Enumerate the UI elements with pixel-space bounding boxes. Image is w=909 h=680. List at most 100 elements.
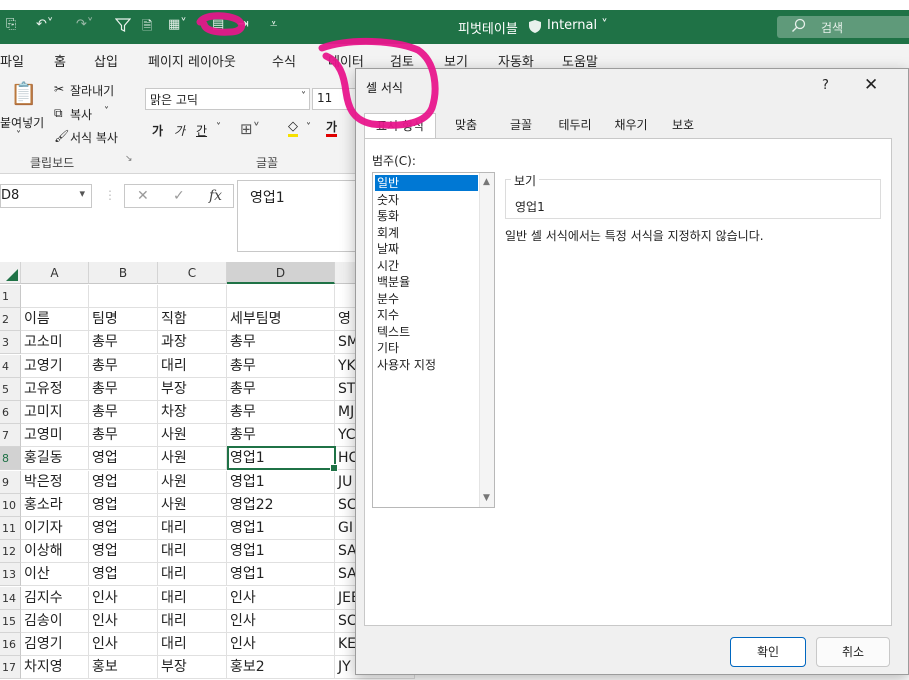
cell-a-6[interactable]: 고미지 bbox=[21, 401, 89, 424]
category-item-number[interactable]: 숫자 bbox=[375, 192, 478, 208]
cell-d-7[interactable]: 총무 bbox=[227, 424, 335, 448]
cell-b-8[interactable]: 영업 bbox=[89, 447, 158, 471]
clipboard-launcher-icon[interactable]: ↘ bbox=[125, 154, 133, 164]
confirm-entry-icon[interactable]: ✓ bbox=[173, 188, 185, 204]
category-item-text[interactable]: 텍스트 bbox=[375, 324, 478, 340]
cell-b-6[interactable]: 총무 bbox=[89, 401, 158, 424]
cell-d-13[interactable]: 영업1 bbox=[227, 563, 335, 587]
cell-a-3[interactable]: 고소미 bbox=[21, 331, 89, 355]
sensitivity-label[interactable]: Internal ˅ bbox=[547, 18, 608, 33]
row-header[interactable]: 3 bbox=[0, 331, 21, 355]
row-header[interactable]: 4 bbox=[0, 354, 21, 378]
cell-c-3[interactable]: 과장 bbox=[158, 331, 227, 355]
row-header[interactable]: 15 bbox=[0, 609, 21, 633]
cell-d-5[interactable]: 총무 bbox=[227, 377, 335, 401]
row-header[interactable]: 11 bbox=[0, 517, 21, 540]
cell-c-9[interactable]: 사원 bbox=[158, 470, 227, 494]
paste-icon[interactable]: 📋 bbox=[10, 82, 37, 107]
italic-icon[interactable]: 가 bbox=[174, 122, 185, 139]
category-item-fraction[interactable]: 분수 bbox=[375, 291, 478, 307]
cell-d-2[interactable]: 세부팀명 bbox=[227, 308, 335, 332]
cell-a-1[interactable] bbox=[21, 285, 89, 308]
name-box[interactable]: D8 ▾ bbox=[0, 184, 92, 208]
cell-a-14[interactable]: 김지수 bbox=[21, 586, 89, 610]
cell-c-13[interactable]: 대리 bbox=[158, 563, 227, 587]
formula-input[interactable]: 영업1 bbox=[237, 180, 357, 252]
cell-c-8[interactable]: 사원 bbox=[158, 447, 227, 471]
undo-icon[interactable]: ↶˅ bbox=[36, 17, 53, 37]
bold-icon[interactable]: 가 bbox=[152, 122, 163, 139]
cell-a-7[interactable]: 고영미 bbox=[21, 424, 89, 448]
cell-a-11[interactable]: 이기자 bbox=[21, 517, 89, 540]
cell-b-9[interactable]: 영업 bbox=[89, 470, 158, 494]
redo-icon[interactable]: ↷˅ bbox=[76, 17, 93, 37]
tab-font[interactable]: 글꼴 bbox=[496, 113, 546, 138]
filter-icon[interactable] bbox=[114, 17, 132, 37]
form-icon[interactable]: ▤ bbox=[212, 17, 224, 37]
cell-c-14[interactable]: 대리 bbox=[158, 586, 227, 610]
document-icon[interactable]: 🗎 bbox=[142, 17, 152, 37]
ok-button[interactable]: 확인 bbox=[730, 637, 806, 667]
chevron-down-icon[interactable]: ▾ bbox=[79, 187, 85, 200]
paste-dropdown-icon[interactable]: ˅ bbox=[16, 130, 21, 141]
tab-border[interactable]: 테두리 bbox=[548, 113, 602, 138]
tab-home[interactable]: 홈 bbox=[54, 51, 66, 76]
row-header[interactable]: 14 bbox=[0, 586, 21, 610]
row-header[interactable]: 12 bbox=[0, 540, 21, 564]
category-item-custom[interactable]: 사용자 지정 bbox=[375, 357, 478, 373]
border-icon[interactable]: ⊞˅ bbox=[240, 120, 260, 138]
fill-color-dropdown-icon[interactable]: ˅ bbox=[306, 122, 311, 133]
tab-number[interactable]: 표시 형식 bbox=[364, 113, 436, 139]
cell-c-5[interactable]: 부장 bbox=[158, 377, 227, 401]
cell-a-17[interactable]: 차지영 bbox=[21, 656, 89, 680]
cell-c-1[interactable] bbox=[158, 285, 227, 308]
category-item-special[interactable]: 기타 bbox=[375, 340, 478, 356]
cell-a-4[interactable]: 고영기 bbox=[21, 354, 89, 378]
category-item-general[interactable]: 일반 bbox=[375, 175, 478, 191]
cell-b-16[interactable]: 인사 bbox=[89, 633, 158, 656]
row-header[interactable]: 9 bbox=[0, 470, 21, 494]
search-box[interactable]: 검색 bbox=[777, 16, 909, 38]
tab-insert[interactable]: 삽입 bbox=[94, 51, 118, 70]
cell-a-13[interactable]: 이산 bbox=[21, 563, 89, 587]
cell-d-11[interactable]: 영업1 bbox=[227, 517, 335, 540]
underline-icon[interactable]: 간 bbox=[196, 122, 207, 139]
row-header[interactable]: 13 bbox=[0, 563, 21, 587]
font-color-icon[interactable]: 가 bbox=[326, 120, 338, 137]
cell-b-7[interactable]: 총무 bbox=[89, 424, 158, 448]
category-item-accounting[interactable]: 회계 bbox=[375, 225, 478, 241]
cell-b-15[interactable]: 인사 bbox=[89, 609, 158, 633]
row-header[interactable]: 17 bbox=[0, 656, 21, 680]
scroll-up-icon[interactable]: ▲ bbox=[483, 177, 490, 187]
cell-c-15[interactable]: 대리 bbox=[158, 609, 227, 633]
cell-b-11[interactable]: 영업 bbox=[89, 517, 158, 540]
category-item-percentage[interactable]: 백분율 bbox=[375, 274, 478, 290]
format-painter-icon[interactable]: 🖌 bbox=[54, 129, 69, 143]
tab-page-layout[interactable]: 페이지 레이아웃 bbox=[148, 51, 236, 70]
category-item-currency[interactable]: 통화 bbox=[375, 208, 478, 224]
category-item-time[interactable]: 시간 bbox=[375, 258, 478, 274]
cell-a-16[interactable]: 김영기 bbox=[21, 633, 89, 656]
select-all-corner[interactable] bbox=[0, 262, 21, 284]
cell-b-5[interactable]: 총무 bbox=[89, 377, 158, 401]
cell-c-17[interactable]: 부장 bbox=[158, 656, 227, 680]
row-header[interactable]: 6 bbox=[0, 401, 21, 424]
category-item-scientific[interactable]: 지수 bbox=[375, 307, 478, 323]
category-list[interactable]: 일반 숫자 통화 회계 날짜 시간 백분율 분수 지수 텍스트 기타 사용자 지… bbox=[372, 172, 495, 508]
cell-b-2[interactable]: 팀명 bbox=[89, 308, 158, 332]
cell-d-3[interactable]: 총무 bbox=[227, 331, 335, 355]
cell-a-10[interactable]: 홍소라 bbox=[21, 493, 89, 517]
close-icon[interactable]: ✕ bbox=[864, 75, 878, 95]
column-header-a[interactable]: A bbox=[21, 262, 89, 284]
export-icon[interactable]: ⇥ bbox=[238, 17, 249, 37]
tab-fill[interactable]: 채우기 bbox=[604, 113, 658, 138]
cell-c-12[interactable]: 대리 bbox=[158, 540, 227, 564]
cell-d-4[interactable]: 총무 bbox=[227, 354, 335, 378]
cell-a-8[interactable]: 홍길동 bbox=[21, 447, 89, 471]
font-name-select[interactable]: 맑은 고딕 ˅ bbox=[145, 88, 310, 110]
cell-b-4[interactable]: 총무 bbox=[89, 354, 158, 378]
cell-b-12[interactable]: 영업 bbox=[89, 540, 158, 564]
cell-a-9[interactable]: 박은정 bbox=[21, 470, 89, 494]
column-header-b[interactable]: B bbox=[89, 262, 158, 284]
cell-a-15[interactable]: 김송이 bbox=[21, 609, 89, 633]
